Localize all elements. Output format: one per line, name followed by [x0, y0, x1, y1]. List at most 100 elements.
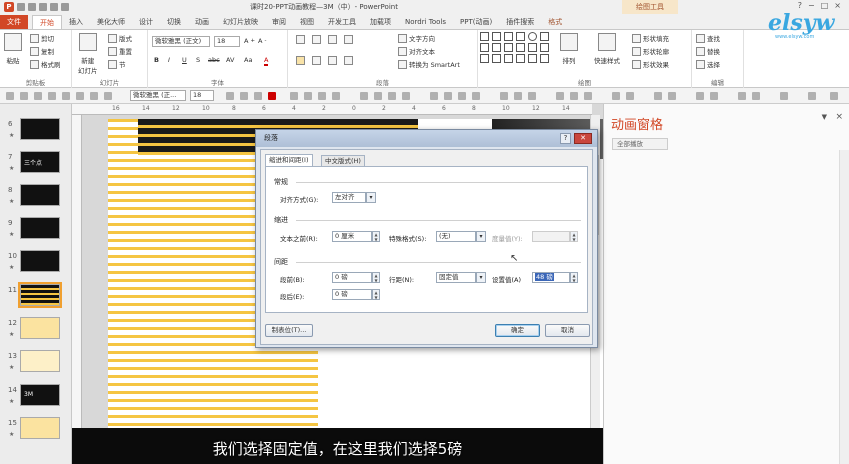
- redo-icon[interactable]: [39, 3, 47, 11]
- cut-button[interactable]: 剪切: [30, 33, 54, 43]
- tool-icon[interactable]: [104, 92, 112, 100]
- tool-icon[interactable]: [360, 92, 368, 100]
- undo-icon[interactable]: [28, 3, 36, 11]
- shape-effects-button[interactable]: 形状效果: [632, 59, 669, 69]
- shape-icon[interactable]: [504, 54, 513, 63]
- line-shape-icon[interactable]: [504, 32, 513, 41]
- paste-button[interactable]: 粘贴: [4, 33, 22, 65]
- by-spinner[interactable]: ▲ ▼: [570, 231, 578, 242]
- tool-icon[interactable]: [458, 92, 466, 100]
- tool-icon[interactable]: [710, 92, 718, 100]
- font-name-combo[interactable]: 微软雅黑 (正文): [152, 36, 210, 47]
- char-spacing-button[interactable]: AV: [226, 56, 234, 64]
- save-icon[interactable]: [17, 3, 25, 11]
- before-text-input[interactable]: 0 厘米: [332, 231, 372, 242]
- tool-icon[interactable]: [318, 92, 326, 100]
- italic-button[interactable]: I: [168, 56, 170, 64]
- tab-transitions[interactable]: 切换: [160, 15, 188, 29]
- numbering-icon[interactable]: [312, 35, 321, 44]
- tool-icon[interactable]: [654, 92, 662, 100]
- tab-slideshow[interactable]: 幻灯片放映: [216, 15, 265, 29]
- increase-indent-icon[interactable]: [344, 35, 353, 44]
- before-text-spinner[interactable]: ▲ ▼: [372, 231, 380, 242]
- tool-icon[interactable]: [668, 92, 676, 100]
- space-after-spinner[interactable]: ▲ ▼: [372, 289, 380, 300]
- tool-icon[interactable]: [752, 92, 760, 100]
- slide-thumbnail[interactable]: 9 ★: [6, 217, 70, 243]
- tab-view[interactable]: 视图: [293, 15, 321, 29]
- strikethrough-button[interactable]: abc: [208, 56, 220, 64]
- tool-icon[interactable]: [808, 92, 816, 100]
- shape-icon[interactable]: [528, 54, 537, 63]
- connector-shape-icon[interactable]: [492, 43, 501, 52]
- align-text-button[interactable]: 对齐文本: [398, 46, 435, 56]
- shape-outline-button[interactable]: 形状轮廓: [632, 46, 669, 56]
- shape-icon[interactable]: [480, 54, 489, 63]
- tab-design[interactable]: 设计: [132, 15, 160, 29]
- tab-nordri-tools[interactable]: Nordri Tools: [398, 15, 453, 29]
- tab-file[interactable]: 文件: [0, 15, 28, 29]
- text-direction-button[interactable]: 文字方向: [398, 33, 435, 43]
- tool-icon[interactable]: [240, 92, 248, 100]
- ok-button[interactable]: 确定: [495, 324, 540, 337]
- start-slideshow-icon[interactable]: [50, 3, 58, 11]
- tool-icon[interactable]: [76, 92, 84, 100]
- tab-beautify[interactable]: 美化大师: [90, 15, 132, 29]
- maximize-button[interactable]: □: [821, 1, 829, 10]
- shape-fill-button[interactable]: 形状填充: [632, 33, 669, 43]
- at-spinner[interactable]: ▲ ▼: [570, 272, 578, 283]
- tool-icon[interactable]: [500, 92, 508, 100]
- tool-icon[interactable]: [780, 92, 788, 100]
- brace-shape-icon[interactable]: [540, 43, 549, 52]
- tool-icon[interactable]: [738, 92, 746, 100]
- tool-icon[interactable]: [290, 92, 298, 100]
- alignment-select[interactable]: 左对齐: [332, 192, 366, 203]
- copy-button[interactable]: 复制: [30, 46, 54, 56]
- tool-icon[interactable]: [226, 92, 234, 100]
- at-input[interactable]: 48 磅: [532, 272, 570, 283]
- slide-thumbnail[interactable]: 10 ★: [6, 250, 70, 276]
- tool-icon[interactable]: [332, 92, 340, 100]
- special-format-select[interactable]: (无): [436, 231, 476, 242]
- tool-icon[interactable]: [402, 92, 410, 100]
- shapes-gallery[interactable]: [480, 32, 550, 63]
- shape-icon[interactable]: [540, 54, 549, 63]
- font-color-button[interactable]: A: [264, 56, 269, 66]
- slide-thumbnail[interactable]: 8 ★: [6, 184, 70, 210]
- slide-thumbnail[interactable]: 14 ★ 3M: [6, 384, 70, 410]
- tool-icon[interactable]: [6, 92, 14, 100]
- find-button[interactable]: 查找: [696, 33, 720, 43]
- tool-icon[interactable]: [472, 92, 480, 100]
- toolbar-font-size-combo[interactable]: 18: [190, 90, 214, 101]
- tab-home[interactable]: 开始: [32, 15, 62, 29]
- connector-shape-icon[interactable]: [504, 43, 513, 52]
- tab-insert[interactable]: 插入: [62, 15, 90, 29]
- slide-thumbnail-selected[interactable]: 11: [6, 282, 70, 310]
- underline-button[interactable]: U: [182, 56, 187, 64]
- align-left-icon[interactable]: [296, 56, 305, 65]
- tool-icon[interactable]: [514, 92, 522, 100]
- close-button[interactable]: ×: [834, 1, 841, 10]
- tab-review[interactable]: 审阅: [265, 15, 293, 29]
- by-input[interactable]: [532, 231, 570, 242]
- change-case-button[interactable]: Aa: [244, 56, 252, 64]
- cancel-button[interactable]: 取消: [545, 324, 590, 337]
- slide-thumbnail[interactable]: 15 ★: [6, 417, 70, 443]
- tool-icon[interactable]: [62, 92, 70, 100]
- tool-icon[interactable]: [48, 92, 56, 100]
- minimize-button[interactable]: −: [808, 1, 815, 10]
- space-before-input[interactable]: 0 磅: [332, 272, 372, 283]
- tool-icon[interactable]: [584, 92, 592, 100]
- font-color-icon[interactable]: [268, 92, 276, 100]
- toolbar-font-name-combo[interactable]: 微软雅黑 (正...: [130, 90, 186, 101]
- curve-shape-icon[interactable]: [528, 43, 537, 52]
- shrink-font-icon[interactable]: A-: [258, 37, 266, 45]
- space-after-input[interactable]: 0 磅: [332, 289, 372, 300]
- slide-thumbnail[interactable]: 12 ★: [6, 317, 70, 343]
- rectangle-shape-icon[interactable]: [492, 32, 501, 41]
- shape-icon[interactable]: [516, 54, 525, 63]
- reset-button[interactable]: 重置: [108, 46, 132, 56]
- shadow-button[interactable]: S: [196, 56, 200, 64]
- bold-button[interactable]: B: [154, 56, 159, 64]
- arrow-shape-icon[interactable]: [516, 32, 525, 41]
